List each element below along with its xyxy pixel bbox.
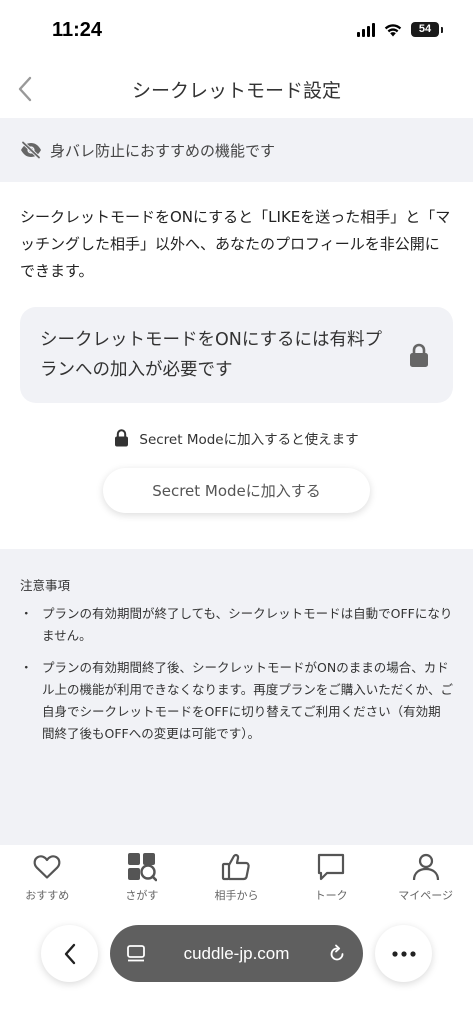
locked-secret-mode-card: シークレットモードをONにするには有料プランへの加入が必要です [20, 307, 453, 403]
notes-item-text: プランの有効期間終了後、シークレットモードがONのままの場合、カドル上の機能が利… [42, 660, 454, 741]
battery-tip [441, 26, 443, 33]
secret-mode-note: Secret Modeに加入すると使えます [0, 428, 473, 448]
tab-from-partner[interactable]: 相手から [189, 845, 284, 909]
chat-bubble-icon [316, 852, 346, 882]
browser-bottom-bar: cuddle-jp.com [0, 909, 473, 1024]
tab-label: マイページ [398, 889, 454, 902]
url-text: cuddle-jp.com [183, 943, 290, 963]
page-title: シークレットモード設定 [131, 80, 341, 102]
notes-bullet: ・ [20, 660, 33, 675]
eye-off-icon [21, 141, 41, 159]
browser-back-button[interactable] [41, 925, 98, 982]
notes-title: 注意事項 [20, 578, 71, 593]
status-time: 11:24 [52, 19, 103, 41]
tab-recommended[interactable]: おすすめ [0, 845, 95, 909]
url-bar[interactable]: cuddle-jp.com [110, 925, 363, 982]
thumbs-up-icon [221, 852, 251, 882]
person-icon [411, 852, 441, 882]
locked-card-text: シークレットモードをONにするには有料プランへの加入が必要です [40, 330, 383, 380]
notes-item: ・ プランの有効期間が終了しても、シークレットモードは自動でOFFになりません。 [20, 603, 453, 647]
lock-icon [410, 343, 428, 367]
nav-header: シークレットモード設定 [0, 62, 473, 118]
secret-mode-note-text: Secret Modeに加入すると使えます [139, 432, 359, 448]
chevron-left-icon [64, 943, 75, 964]
wifi-icon [384, 24, 402, 37]
bottom-tab-bar: おすすめ さがす 相手から トーク マイページ [0, 845, 473, 909]
notes-item: ・ プランの有効期間終了後、シークレットモードがONのままの場合、カドル上の機能… [20, 657, 453, 745]
tab-my-page[interactable]: マイページ [378, 845, 473, 909]
notes-section: 注意事項 ・ プランの有効期間が終了しても、シークレットモードは自動でOFFにな… [0, 549, 473, 845]
feature-banner: 身バレ防止におすすめの機能です [0, 118, 473, 182]
heart-icon [32, 852, 62, 882]
notes-item-text: プランの有効期間が終了しても、シークレットモードは自動でOFFになりません。 [42, 606, 453, 643]
lock-icon [115, 429, 129, 447]
tab-search[interactable]: さがす [95, 845, 190, 909]
tab-label: おすすめ [25, 889, 70, 902]
browser-more-button[interactable] [375, 925, 432, 982]
tab-label: さがす [125, 889, 159, 902]
battery-icon: 54 [411, 22, 439, 37]
tab-label: トーク [314, 889, 348, 902]
status-icons: 54 [357, 22, 443, 37]
search-grid-icon [127, 852, 157, 882]
reload-icon[interactable] [327, 944, 347, 964]
tab-talk[interactable]: トーク [284, 845, 379, 909]
tab-label: 相手から [214, 889, 259, 902]
join-secret-mode-button[interactable]: Secret Modeに加入する [103, 468, 370, 513]
cellular-signal-icon [357, 22, 375, 37]
page-menu-icon [127, 944, 145, 961]
status-bar: 11:24 54 [0, 0, 473, 62]
secret-mode-description: シークレットモードをONにすると「LIKEを送った相手」と「マッチングした相手」… [20, 208, 451, 280]
feature-banner-text: 身バレ防止におすすめの機能です [50, 141, 276, 160]
more-dots-icon [391, 950, 416, 957]
notes-bullet: ・ [20, 606, 33, 621]
